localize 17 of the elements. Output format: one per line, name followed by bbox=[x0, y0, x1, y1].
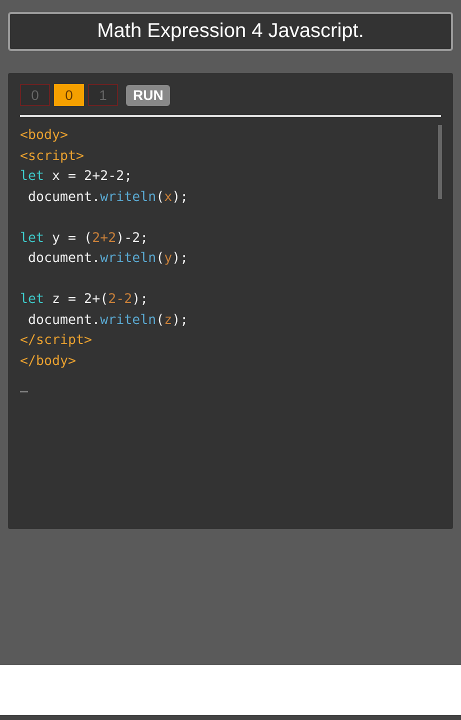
code-line: document.writeln(z); bbox=[27, 312, 190, 330]
code-line: <script> bbox=[20, 148, 86, 166]
run-button[interactable]: RUN bbox=[126, 84, 170, 106]
toggle-button[interactable]: 0 bbox=[54, 84, 84, 106]
scrollbar[interactable] bbox=[438, 125, 442, 199]
code-line: </body> bbox=[20, 352, 78, 370]
code-line: document.writeln(x); bbox=[27, 188, 190, 206]
code-line: <body> bbox=[20, 127, 70, 145]
toggle-button[interactable]: 0 bbox=[20, 84, 50, 106]
toggle-button[interactable]: 1 bbox=[88, 84, 118, 106]
code-line: document.writeln(y); bbox=[27, 250, 190, 268]
code-line: let x = 2+2-2; bbox=[20, 168, 134, 186]
code-line: </script> bbox=[20, 332, 94, 350]
code-line: let y = (2+2)-2; bbox=[20, 230, 150, 248]
code-line: let z = 2+(2-2); bbox=[20, 291, 150, 309]
app-title: Math Expression 4 Javascript. bbox=[8, 12, 453, 51]
text-cursor: _ bbox=[20, 378, 28, 393]
